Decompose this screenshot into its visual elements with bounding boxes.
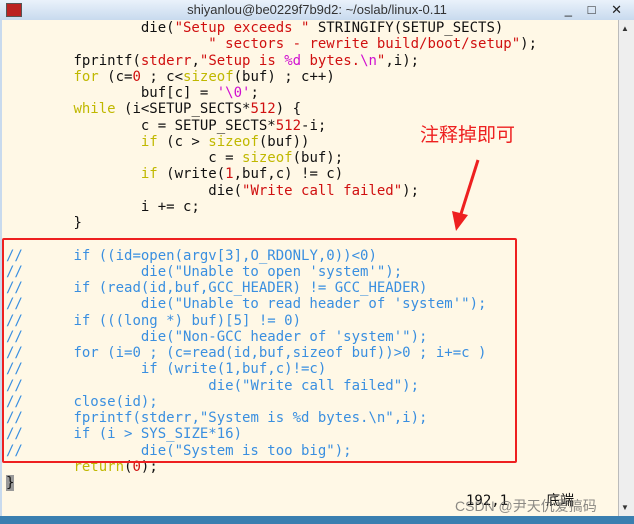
code-token: (buf); — [292, 150, 344, 166]
code-token: STRINGIFY(SETUP_SECTS) — [309, 20, 504, 36]
highlight-box — [2, 238, 517, 463]
annotation-arrow-icon — [452, 159, 480, 231]
watermark: CSDN @尹天仇爱搞码 — [455, 498, 597, 514]
code-token: (buf)) — [258, 133, 310, 150]
code-token: , — [191, 52, 200, 69]
code-token: -i; — [301, 117, 327, 134]
code-token: bytes. — [301, 52, 361, 69]
code-token: c = — [6, 150, 243, 166]
code-token: buf[c] = — [6, 85, 217, 101]
code-token: sizeof — [208, 133, 259, 150]
code-line: } — [6, 475, 537, 491]
code-token: "Setup exceeds " — [174, 20, 310, 36]
code-token: " sectors - rewrite build/boot/setup" — [208, 36, 521, 53]
code-token: while — [6, 101, 116, 118]
scroll-up-icon[interactable]: ▲ — [621, 24, 629, 33]
terminal-app-icon[interactable] — [6, 3, 22, 17]
code-token: sizeof — [183, 68, 234, 85]
code-token: if — [6, 166, 158, 183]
code-token: (c > — [157, 133, 209, 150]
code-token: ,i); — [385, 52, 420, 69]
code-token: sizeof — [242, 150, 293, 166]
code-token: if — [6, 133, 158, 150]
code-line: fprintf(stderr,"Setup is %d bytes.\n",i)… — [6, 53, 537, 69]
scrollbar[interactable]: ▲ ▼ — [618, 20, 634, 516]
code-token: ; — [250, 85, 259, 101]
window-controls[interactable]: _ □ ✕ — [565, 0, 628, 20]
code-token: fprintf( — [6, 52, 141, 69]
code-token: \n — [360, 52, 377, 69]
window-title: shiyanlou@be0229f7b9d2: ~/oslab/linux-0.… — [187, 2, 447, 17]
code-token: ,buf,c) != c) — [233, 166, 344, 183]
code-line: die("Setup exceeds " STRINGIFY(SETUP_SEC… — [6, 20, 537, 36]
window-titlebar: shiyanlou@be0229f7b9d2: ~/oslab/linux-0.… — [0, 0, 634, 20]
code-token: die( — [6, 20, 175, 36]
code-token: 1 — [225, 166, 234, 183]
code-token: i += c; — [6, 198, 200, 215]
code-token: } — [6, 475, 15, 491]
code-token: "Write call failed" — [242, 182, 403, 199]
code-line: for (c=0 ; c<sizeof(buf) ; c++) — [6, 69, 537, 85]
code-token: ) { — [275, 101, 302, 118]
code-token: c = SETUP_SECTS* — [6, 117, 276, 134]
code-token: %d — [284, 52, 302, 69]
code-token: 512 — [275, 117, 302, 134]
code-token: (i<SETUP_SECTS* — [115, 101, 251, 118]
code-token: ); — [520, 36, 538, 53]
code-token: (buf) ; c++) — [233, 68, 335, 85]
code-token: (write( — [157, 166, 226, 183]
code-line: while (i<SETUP_SECTS*512) { — [6, 101, 537, 117]
code-token: die( — [6, 182, 243, 199]
code-line: " sectors - rewrite build/boot/setup"); — [6, 36, 537, 52]
annotation-text: 注释掉即可 — [420, 125, 516, 146]
code-token: stderr — [140, 52, 192, 69]
code-token: ; c< — [140, 68, 184, 85]
code-token: 512 — [250, 101, 276, 118]
scroll-down-icon[interactable]: ▼ — [621, 503, 629, 512]
code-token: (c= — [98, 68, 133, 85]
code-token: 0 — [132, 68, 141, 85]
code-token: "Setup is — [199, 52, 285, 69]
code-token: for — [6, 68, 99, 85]
code-line: buf[c] = '\0'; — [6, 85, 537, 101]
code-token: } — [6, 215, 82, 231]
code-token: '\0' — [216, 85, 251, 101]
code-token: ); — [402, 182, 420, 199]
